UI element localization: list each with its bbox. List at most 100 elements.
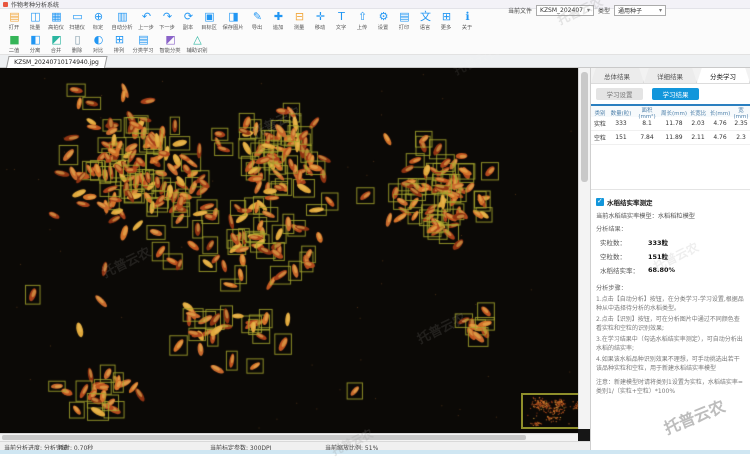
compare-icon: ◐ (93, 33, 104, 46)
tb1-item-print[interactable]: ▤ 打印 (394, 11, 415, 32)
save-image-label: 保存图片 (222, 24, 245, 31)
tb2-item-binarize[interactable]: ■ 二值 (4, 34, 25, 55)
tb1-item-move[interactable]: ✛ 移动 (310, 11, 331, 32)
table-row[interactable]: 空粒 151 7.84 11.89 2.11 4.76 2.3 (591, 131, 750, 145)
batch-label: 批量 (30, 24, 41, 31)
rate-model-line: 当前水稻结实率模型：水稻稻粒模型 (596, 213, 695, 220)
vertical-scrollbar[interactable] (578, 68, 590, 429)
learning-settings-button[interactable]: 学习设置 (596, 88, 643, 100)
bottom-accent-strip (0, 450, 750, 454)
tb2-item-compare[interactable]: ◐ 对比 (88, 34, 109, 55)
tb1-item-auto-analyze[interactable]: ▥ 自动分析 (109, 11, 136, 32)
calibrate-label: 标定 (93, 24, 104, 31)
tb1-item-upload[interactable]: ⇧ 上传 (352, 11, 373, 32)
tb1-item-more[interactable]: ⊞ 更多 (436, 11, 457, 32)
tb2-item-smart-classify[interactable]: ◩ 智能分类 (157, 34, 184, 55)
assist-recognize-icon: △ (193, 33, 202, 46)
seed-image-canvas[interactable] (0, 68, 578, 433)
rate-row-value: 68.80% (648, 266, 676, 274)
tb2-item-separate[interactable]: ◧ 分离 (25, 34, 46, 55)
horizontal-scrollbar[interactable] (0, 433, 578, 441)
tb2-item-arrange[interactable]: ⊞ 排列 (109, 34, 130, 55)
measure-label: 测量 (294, 24, 305, 31)
delete-label: 删除 (72, 47, 83, 54)
tb2-item-assist-recognize[interactable]: △ 辅助识别 (184, 34, 211, 55)
table-cell: 11.78 (665, 120, 683, 127)
binarize-label: 二值 (9, 47, 20, 54)
table-cell: 2.11 (691, 134, 705, 141)
tb1-item-append[interactable]: ✚ 追加 (268, 11, 289, 32)
append-icon: ✚ (273, 10, 284, 23)
tb1-item-save-image[interactable]: ◨ 保存图片 (220, 11, 247, 32)
tb2-item-classify-learning[interactable]: ▤ 分类学习 (130, 34, 157, 55)
calibrate-icon: ⊕ (93, 10, 104, 23)
tb2-item-delete[interactable]: ▯ 删除 (67, 34, 88, 55)
file-tab[interactable]: KZSM_20240710174940.jpg (6, 56, 108, 68)
learning-results-button[interactable]: 学习结果 (652, 88, 699, 100)
tb1-item-batch[interactable]: ◫ 批量 (25, 11, 46, 32)
tb2-item-merge[interactable]: ◩ 合并 (46, 34, 67, 55)
tb1-item-duplicate[interactable]: ⟳ 副本 (178, 11, 199, 32)
panel-subbuttons: 学习设置 学习结果 (591, 84, 750, 102)
classify-learning-icon: ▤ (138, 33, 149, 46)
steps-label: 分析步骤： (596, 285, 627, 292)
toolbar-file-controls: 当前文件 KZSM_202407 类型 通用种子 (508, 5, 667, 16)
tb1-item-redo[interactable]: ↷ 下一步 (157, 11, 178, 32)
rate-checkbox-row: 水稻结实率测定 (596, 197, 750, 207)
panel-tab-overall-result[interactable]: 总体结果 (591, 68, 644, 83)
panel-tabs: 总体结果 详细结果 分类学习 (591, 68, 750, 84)
tb1-item-undo[interactable]: ↶ 上一步 (136, 11, 157, 32)
smart-classify-icon: ◩ (165, 33, 176, 46)
tb1-item-measure[interactable]: ⊟ 测量 (289, 11, 310, 32)
measure-icon: ⊟ (294, 10, 305, 23)
overview-thumbnail[interactable] (521, 393, 578, 429)
undo-icon: ↶ (141, 10, 152, 23)
tb1-item-open[interactable]: ▤ 打开 (4, 11, 25, 32)
table-cell: 4.76 (713, 120, 727, 127)
seed-type-value: 通用种子 (618, 8, 643, 15)
current-file-label: 当前文件 (508, 8, 533, 15)
toolbar-secondary: ■ 二值 ◧ 分离 ◩ 合并 ▯ 删除 ◐ 对比 ⊞ 排列 ▤ 分类学习 ◩ 智能分类 △ 辅助识别 (0, 32, 750, 55)
status-bar: 当前分析进度: 分析完成 耗时: 0.70秒 当前标定参数: 300DPI 当前… (0, 441, 590, 452)
panel-divider (591, 189, 750, 190)
assist-recognize-label: 辅助识别 (186, 47, 209, 54)
tb1-item-language[interactable]: 文语言 (415, 11, 436, 32)
tb1-item-text[interactable]: T 文字 (331, 11, 352, 32)
current-file-value: KZSM_202407 (540, 7, 583, 14)
table-cell: 333 (615, 120, 627, 127)
rate-checkbox-label: 水稻结实率测定 (607, 199, 653, 207)
current-file-dropdown[interactable]: KZSM_202407 (536, 5, 595, 16)
rate-checkbox[interactable] (596, 197, 604, 206)
rate-row: 水稻结实率： 68.80% (600, 265, 750, 275)
horizontal-scrollbar-thumb[interactable] (2, 435, 526, 440)
file-tab-strip: KZSM_20240710174940.jpg (0, 55, 750, 68)
table-cell: 2.03 (691, 120, 705, 127)
image-viewport[interactable] (0, 68, 578, 433)
table-row[interactable]: 实粒 333 8.1 11.78 2.03 4.76 2.35 (591, 117, 750, 131)
tb1-item-target-area[interactable]: ▣ 目标区 (199, 11, 220, 32)
panel-tab-detail-result[interactable]: 详细结果 (644, 68, 697, 83)
tb1-item-about[interactable]: ℹ 关于 (457, 11, 478, 32)
binarize-icon: ■ (9, 33, 20, 46)
table-cell: 空粒 (593, 135, 606, 142)
rate-row-label: 空粒数： (600, 253, 626, 261)
auto-analyze-label: 自动分析 (111, 24, 134, 31)
vertical-scrollbar-thumb[interactable] (581, 72, 588, 182)
tb1-item-doc-camera[interactable]: ▦ 高拍仪 (46, 11, 67, 32)
print-icon: ▤ (399, 10, 410, 23)
classify-learning-label: 分类学习 (132, 47, 155, 54)
table-cell: 8.1 (642, 120, 652, 127)
text-label: 文字 (336, 24, 347, 31)
compare-label: 对比 (93, 47, 104, 54)
tb1-item-export[interactable]: ✎ 导出 (247, 11, 268, 32)
tb1-item-settings[interactable]: ⚙ 设置 (373, 11, 394, 32)
analysis-step: 4.如果该水稻品种识别效果不理想，可手动挑选出若干该品种实粒和空粒，用于新建水稻… (596, 356, 740, 372)
file-tab-label: KZSM_20240710174940.jpg (14, 59, 99, 66)
arrange-label: 排列 (114, 47, 125, 54)
table-header-cell: 长(mm) (709, 111, 731, 117)
duplicate-icon: ⟳ (183, 10, 194, 23)
tb1-item-calibrate[interactable]: ⊕ 标定 (88, 11, 109, 32)
panel-tab-classify-learning[interactable]: 分类学习 (697, 68, 750, 83)
seed-type-dropdown[interactable]: 通用种子 (614, 5, 667, 16)
tb1-item-scanner[interactable]: ▭ 扫描仪 (67, 11, 88, 32)
